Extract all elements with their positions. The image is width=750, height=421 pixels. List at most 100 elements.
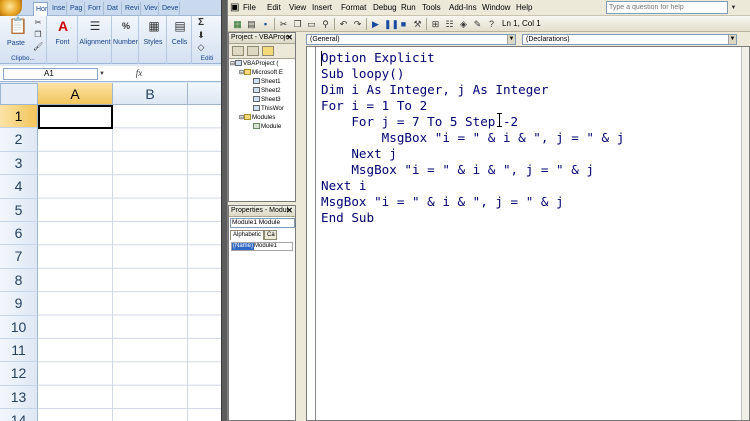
clear-icon[interactable]: ◇ [196, 41, 206, 53]
code-line[interactable]: MsgBox "i = " & i & ", j = " & j [321, 130, 625, 146]
font-label[interactable]: Font [48, 39, 77, 46]
code-line[interactable]: Next i [321, 178, 367, 194]
select-all-corner[interactable] [0, 83, 38, 105]
tab-view[interactable]: Viev [142, 2, 159, 16]
row-header-12[interactable]: 12 [0, 362, 38, 386]
tree-item-sheet2[interactable]: Sheet2 [253, 87, 281, 95]
tab-formulas[interactable]: Forr [86, 2, 104, 16]
code-line[interactable]: Sub loopy() [321, 66, 404, 82]
code-line[interactable]: Dim i As Integer, j As Integer [321, 82, 548, 98]
font-icon[interactable]: A [56, 18, 70, 34]
menu-help[interactable]: Help [516, 2, 532, 14]
office-button[interactable] [0, 0, 22, 16]
design-mode-icon[interactable]: ⚒ [412, 18, 423, 30]
run-icon[interactable]: ▶ [370, 18, 381, 30]
tree-item-modules[interactable]: ⊟ Modules [239, 114, 275, 122]
tab-developer[interactable]: Deve [160, 2, 180, 16]
code-line[interactable]: Option Explicit [321, 50, 435, 66]
row-header-2[interactable]: 2 [0, 128, 38, 152]
toolbox-icon[interactable]: ✎ [472, 18, 483, 30]
alignment-label[interactable]: Alignment [79, 39, 111, 46]
row-header-10[interactable]: 10 [0, 315, 38, 339]
tree-item-sheet3[interactable]: Sheet3 [253, 96, 281, 104]
menu-file[interactable]: File [243, 2, 256, 14]
styles-icon[interactable]: ▦ [147, 19, 161, 33]
menu-add-ins[interactable]: Add-Ins [449, 2, 477, 14]
column-header-a[interactable]: A [38, 83, 113, 105]
row-header-4[interactable]: 4 [0, 175, 38, 199]
tree-item-module1[interactable]: Module [253, 123, 281, 131]
code-line[interactable]: Next j [321, 146, 397, 162]
menu-insert[interactable]: Insert [312, 2, 332, 14]
property-value[interactable]: Module1 [254, 243, 277, 249]
tab-review[interactable]: Revi [123, 2, 141, 16]
code-line[interactable]: MsgBox "i = " & i & ", j = " & j [321, 194, 564, 210]
format-painter-icon[interactable]: 🖌 [33, 41, 43, 53]
close-icon[interactable]: ✕ [285, 206, 294, 216]
percent-icon[interactable]: % [119, 19, 133, 33]
save-icon[interactable]: ▪ [260, 18, 271, 30]
row-header-11[interactable]: 11 [0, 339, 38, 363]
tree-item-microsoft-excel-objects[interactable]: ⊟ Microsoft E [239, 69, 283, 77]
close-icon[interactable]: ✕ [285, 33, 294, 43]
tab-data[interactable]: Dat [105, 2, 122, 16]
worksheet-grid[interactable] [38, 105, 221, 421]
property-row-name[interactable]: (Name)Module1 [231, 242, 293, 251]
copy-icon[interactable]: ❐ [33, 29, 43, 41]
fill-icon[interactable]: ⬇ [196, 29, 206, 41]
autosum-icon[interactable]: Σ [196, 17, 206, 29]
column-header-c[interactable] [188, 83, 221, 105]
tab-categorized[interactable]: Ca [264, 230, 277, 240]
copy-icon[interactable]: ❐ [292, 18, 303, 30]
object-combo[interactable]: (General) ▼ [306, 34, 516, 45]
code-line[interactable]: MsgBox "i = " & i & ", j = " & j [321, 162, 594, 178]
find-icon[interactable]: ⚲ [320, 18, 331, 30]
paste-icon[interactable]: ▭ [306, 18, 317, 30]
insert-module-icon[interactable]: ▤ [246, 18, 257, 30]
help-dropdown-icon[interactable]: ▼ [729, 3, 738, 13]
menu-view[interactable]: View [289, 2, 306, 14]
insert-function-icon[interactable]: fx [128, 68, 150, 80]
chevron-down-icon[interactable]: ▼ [507, 35, 515, 44]
view-excel-icon[interactable]: ▦ [232, 18, 243, 30]
menu-format[interactable]: Format [341, 2, 366, 14]
menu-window[interactable]: Window [482, 2, 510, 14]
menu-debug[interactable]: Debug [373, 2, 397, 14]
code-line[interactable]: End Sub [321, 210, 374, 226]
undo-icon[interactable]: ↶ [338, 18, 349, 30]
project-explorer-icon[interactable]: ⊞ [430, 18, 441, 30]
chevron-down-icon[interactable]: ▼ [728, 35, 736, 44]
row-header-7[interactable]: 7 [0, 245, 38, 269]
alignment-icon[interactable]: ☰ [88, 19, 102, 33]
column-header-b[interactable]: B [113, 83, 188, 105]
reset-icon[interactable]: ■ [398, 18, 409, 30]
tab-alphabetic[interactable]: Alphabetic [230, 230, 264, 240]
styles-label[interactable]: Styles [140, 39, 166, 46]
tab-page-layout[interactable]: Pag [68, 2, 85, 16]
code-line[interactable]: For i = 1 To 2 [321, 98, 427, 114]
object-browser-icon[interactable]: ◈ [458, 18, 469, 30]
cut-icon[interactable]: ✂ [33, 17, 43, 29]
tree-item-sheet1[interactable]: Sheet1 [253, 78, 281, 86]
view-object-icon[interactable] [247, 46, 259, 56]
row-header-5[interactable]: 5 [0, 198, 38, 222]
properties-object-select[interactable]: Module1 Module [230, 218, 295, 228]
cells-label[interactable]: Cells [168, 39, 191, 46]
window-splitter[interactable] [221, 0, 228, 421]
tree-item-vbaproject[interactable]: ⊟ VBAProject ( [230, 60, 278, 68]
code-line[interactable]: For j = 7 To 5 Step -2 [321, 114, 518, 130]
help-search-input[interactable] [606, 1, 728, 14]
redo-icon[interactable]: ↷ [352, 18, 363, 30]
help-icon[interactable]: ? [486, 18, 497, 30]
properties-window-icon[interactable]: ☷ [444, 18, 455, 30]
menu-run[interactable]: Run [401, 2, 416, 14]
paste-icon[interactable]: 📋 [8, 18, 28, 36]
menu-edit[interactable]: Edit [267, 2, 281, 14]
margin-indicator-bar[interactable] [307, 47, 316, 420]
row-header-13[interactable]: 13 [0, 385, 38, 410]
toggle-folders-icon[interactable] [262, 46, 274, 56]
row-header-3[interactable]: 3 [0, 151, 38, 176]
break-icon[interactable]: ❚❚ [384, 18, 399, 30]
tab-home[interactable]: Hor [33, 2, 48, 16]
row-header-1[interactable]: 1 [0, 105, 38, 129]
